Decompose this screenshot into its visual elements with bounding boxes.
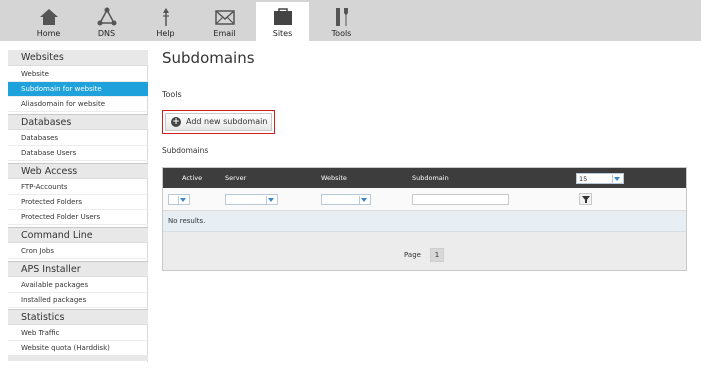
sidebar-section-command-line: Command Line bbox=[8, 227, 148, 243]
filter-server-select[interactable] bbox=[225, 194, 278, 205]
sidebar-item-installed-packages[interactable]: Installed packages bbox=[8, 293, 148, 308]
tab-dns[interactable]: DNS bbox=[80, 2, 133, 41]
home-icon bbox=[39, 9, 58, 25]
sidebar-section-aps-installer: APS Installer bbox=[8, 261, 148, 277]
sidebar-section-statistics: Statistics bbox=[8, 309, 148, 325]
page-number-button[interactable]: 1 bbox=[430, 248, 444, 262]
sidebar-item-protected-folders[interactable]: Protected Folders bbox=[8, 195, 148, 210]
sidebar-section-web-access: Web Access bbox=[8, 163, 148, 179]
folder-icon bbox=[273, 8, 292, 25]
subdomains-heading: Subdomains bbox=[162, 146, 209, 155]
sidebar-item-cron-jobs[interactable]: Cron Jobs bbox=[8, 244, 148, 259]
help-icon bbox=[162, 8, 169, 26]
sidebar-item-available-packages[interactable]: Available packages bbox=[8, 278, 148, 293]
page-label: Page bbox=[404, 251, 421, 259]
tab-home-label: Home bbox=[36, 29, 61, 38]
page-size-select[interactable]: 15 bbox=[576, 173, 624, 184]
network-icon bbox=[97, 7, 116, 26]
chevron-down-icon bbox=[268, 198, 274, 202]
filter-website-select[interactable] bbox=[321, 194, 371, 205]
sidebar-item-database-users[interactable]: Database Users bbox=[8, 146, 148, 161]
sidebar: Websites Website Subdomain for website A… bbox=[8, 50, 148, 362]
sidebar-item-web-traffic[interactable]: Web Traffic bbox=[8, 326, 148, 341]
tab-email-label: Email bbox=[213, 29, 236, 38]
filter-active-select[interactable] bbox=[168, 194, 190, 205]
sidebar-item-ftp-accounts[interactable]: FTP-Accounts bbox=[8, 180, 148, 195]
plus-circle-icon: + bbox=[171, 117, 181, 127]
tab-tools-label: Tools bbox=[331, 29, 352, 38]
sidebar-item-website[interactable]: Website bbox=[8, 67, 148, 82]
column-website[interactable]: Website bbox=[321, 174, 347, 182]
table-header: Active Server Website Subdomain 15 bbox=[163, 168, 686, 188]
sidebar-item-website-quota[interactable]: Website quota (Harddisk) bbox=[8, 341, 148, 356]
add-subdomain-label: Add new subdomain bbox=[186, 117, 268, 126]
tab-sites-label: Sites bbox=[272, 29, 293, 38]
add-button-highlight: + Add new subdomain bbox=[162, 110, 275, 134]
chevron-down-icon bbox=[614, 177, 620, 181]
tab-tools[interactable]: Tools bbox=[315, 2, 368, 41]
filter-row bbox=[163, 188, 686, 211]
pagination: Page 1 bbox=[163, 233, 686, 270]
filter-button[interactable] bbox=[579, 193, 592, 205]
filter-icon-stem bbox=[585, 200, 587, 203]
tab-help-label: Help bbox=[156, 29, 175, 38]
tab-help[interactable]: Help bbox=[139, 2, 192, 41]
sidebar-item-subdomain[interactable]: Subdomain for website bbox=[8, 82, 148, 97]
sidebar-section-websites: Websites bbox=[8, 50, 148, 66]
column-server[interactable]: Server bbox=[225, 174, 246, 182]
subdomains-table: Active Server Website Subdomain 15 No re… bbox=[162, 167, 687, 271]
select-separator bbox=[178, 196, 179, 204]
chevron-down-icon bbox=[361, 198, 367, 202]
tools-heading: Tools bbox=[162, 90, 182, 99]
select-separator bbox=[612, 175, 613, 183]
add-subdomain-button[interactable]: + Add new subdomain bbox=[165, 113, 272, 131]
select-separator bbox=[266, 196, 267, 204]
page-title: Subdomains bbox=[162, 49, 255, 67]
empty-message: No results. bbox=[163, 212, 686, 232]
chevron-down-icon bbox=[180, 198, 186, 202]
filter-subdomain-input[interactable] bbox=[412, 194, 509, 205]
select-separator bbox=[359, 196, 360, 204]
column-active[interactable]: Active bbox=[182, 174, 202, 182]
tab-sites[interactable]: Sites bbox=[256, 2, 309, 41]
envelope-icon bbox=[214, 10, 235, 25]
column-subdomain[interactable]: Subdomain bbox=[412, 174, 449, 182]
sidebar-footer bbox=[8, 355, 148, 361]
tab-dns-label: DNS bbox=[97, 29, 116, 38]
top-nav: Home DNS Help Email Sites Tools bbox=[0, 0, 701, 41]
tab-home[interactable]: Home bbox=[22, 2, 75, 41]
sidebar-item-databases[interactable]: Databases bbox=[8, 131, 148, 146]
sidebar-item-aliasdomain[interactable]: Aliasdomain for website bbox=[8, 97, 148, 112]
sidebar-section-databases: Databases bbox=[8, 114, 148, 130]
page-size-value: 15 bbox=[579, 175, 588, 183]
sidebar-item-protected-folder-users[interactable]: Protected Folder Users bbox=[8, 210, 148, 225]
tab-email[interactable]: Email bbox=[198, 2, 251, 41]
tools-icon bbox=[335, 8, 348, 26]
